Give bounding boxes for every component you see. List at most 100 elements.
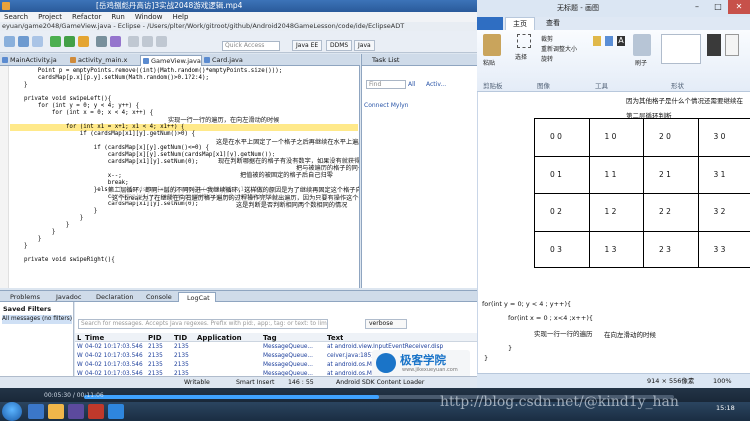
menu-refactor[interactable]: Refactor (72, 12, 101, 22)
perspective-java-ee[interactable]: Java EE (292, 40, 323, 51)
media-player-icon[interactable] (88, 404, 104, 419)
code-line[interactable]: } (10, 82, 358, 89)
code-line[interactable]: Point p = emptyPoints.remove((int)(Math.… (10, 68, 358, 75)
paste-label[interactable]: 粘贴 (483, 58, 495, 67)
tab-logcat[interactable]: LogCat (178, 292, 216, 302)
text-tool-icon[interactable]: A (617, 36, 625, 46)
new-icon[interactable] (4, 36, 15, 47)
task-find-input[interactable]: Find (366, 80, 406, 89)
annotation: 这是判断是否判断相同两个数相同的情况 (236, 200, 348, 209)
clipboard-icon[interactable] (483, 34, 501, 56)
menu-run[interactable]: Run (111, 12, 124, 22)
annotation: 这是在水平上固定了一个格子之后再继续在水平上遍历别的格子，且当格子有数的时候进行… (216, 137, 359, 146)
code-line[interactable] (10, 264, 358, 271)
saved-filters-title: Saved Filters (3, 305, 52, 313)
print-icon[interactable] (32, 36, 43, 47)
code-editor[interactable]: Point p = emptyPoints.remove((int)(Math.… (0, 66, 360, 288)
filter-all-messages[interactable]: All messages (no filters) (2, 315, 72, 324)
code-line[interactable]: for (int x1 = x+1; x1 < 4; x1++) { (10, 124, 358, 131)
back-icon[interactable] (142, 36, 153, 47)
code-line[interactable]: cardsMap[p.x][p.y].setNum(Math.random()>… (10, 75, 358, 82)
minimize-button[interactable]: – (686, 0, 708, 14)
code-line[interactable] (10, 89, 358, 96)
code-line[interactable]: private void swipeRight(){ (10, 257, 358, 264)
fill-icon[interactable] (605, 36, 613, 46)
tab-view[interactable]: 查看 (539, 17, 567, 30)
code-line[interactable]: private void swipeLeft(){ (10, 96, 358, 103)
tab-javadoc[interactable]: Javadoc (48, 292, 88, 302)
file-menu-button[interactable] (477, 17, 503, 30)
tab-problems[interactable]: Problems (2, 292, 48, 302)
brush-icon[interactable] (633, 34, 651, 56)
crop-button[interactable]: 裁剪 (541, 34, 553, 43)
col-level[interactable]: L (77, 334, 81, 342)
logcat-cell: 2135 (174, 362, 189, 368)
tab-mainactivity[interactable]: MainActivity.ja (0, 55, 68, 66)
explorer-icon[interactable] (48, 404, 64, 419)
perspective-ddms[interactable]: DDMS (326, 40, 353, 51)
tab-card[interactable]: Card.java (202, 55, 254, 66)
clipboard-group-label: 剪贴板 (483, 82, 503, 90)
mylyn-link[interactable]: Connect Mylyn (364, 102, 408, 109)
tab-gameview[interactable]: GameView.java (140, 55, 202, 66)
start-button-icon[interactable] (2, 402, 22, 421)
paint-app-icon[interactable] (108, 404, 124, 419)
logcat-cell: 2135 (174, 353, 189, 359)
code-line[interactable]: } (10, 236, 358, 243)
save-icon[interactable] (18, 36, 29, 47)
code-line[interactable] (10, 250, 358, 257)
logcat-search-input[interactable]: Search for messages. Accepts Java regexe… (78, 319, 328, 329)
tab-home[interactable]: 主页 (505, 17, 535, 30)
color2-swatch[interactable] (725, 34, 739, 56)
tab-console[interactable]: Console (138, 292, 178, 302)
avd-icon[interactable] (110, 36, 121, 47)
col-tid[interactable]: TID (174, 334, 187, 342)
resize-button[interactable]: 重新调整大小 (541, 44, 577, 53)
tab-activity-main[interactable]: activity_main.x (68, 55, 140, 66)
color1-swatch[interactable] (707, 34, 721, 56)
code-line[interactable]: } (10, 229, 358, 236)
select-icon[interactable] (517, 34, 531, 48)
run-icon[interactable] (64, 36, 75, 47)
task-activate[interactable]: Activ... (426, 80, 446, 89)
debug-icon[interactable] (50, 36, 61, 47)
menu-help[interactable]: Help (172, 12, 188, 22)
ie-icon[interactable] (28, 404, 44, 419)
code-line[interactable]: } (10, 222, 358, 229)
android-sdk-icon[interactable] (96, 36, 107, 47)
col-pid[interactable]: PID (148, 334, 162, 342)
eclipse-icon[interactable] (68, 404, 84, 419)
menu-project[interactable]: Project (38, 12, 62, 22)
perspective-java[interactable]: Java (354, 40, 375, 51)
tab-declaration[interactable]: Declaration (88, 292, 138, 302)
select-label[interactable]: 选择 (515, 52, 527, 61)
code-line[interactable]: if (cardsMap[x][y].getNum()<=0) { (10, 145, 358, 152)
code-line[interactable]: } (10, 215, 358, 222)
code-line[interactable]: } (10, 243, 358, 250)
close-button[interactable]: ✕ (728, 0, 750, 14)
col-application[interactable]: Application (197, 334, 242, 342)
forward-icon[interactable] (156, 36, 167, 47)
task-list-tab[interactable]: Task List (362, 54, 477, 66)
search-icon[interactable] (128, 36, 139, 47)
video-title: [岳鸡捌彪丹高访]3实战2048游戏逻辑.mp4 (96, 1, 243, 10)
log-level-select[interactable]: verbose (365, 319, 407, 329)
col-tag[interactable]: Tag (263, 334, 277, 342)
code-line[interactable]: for (int y = 0; y < 4; y++) { (10, 103, 358, 110)
rotate-button[interactable]: 旋转 (541, 54, 553, 63)
menu-window[interactable]: Window (135, 12, 163, 22)
task-filter-all[interactable]: All (408, 80, 415, 89)
code-line[interactable]: } (10, 208, 358, 215)
pencil-icon[interactable] (593, 36, 601, 46)
logcat-cell: 04-02 10:17:03.546 (85, 353, 143, 359)
col-time[interactable]: Time (85, 334, 104, 342)
external-tools-icon[interactable] (78, 36, 89, 47)
brush-label[interactable]: 刷子 (635, 58, 647, 67)
menu-search[interactable]: Search (4, 12, 28, 22)
maximize-button[interactable]: □ (707, 0, 729, 14)
quick-access-input[interactable]: Quick Access (222, 41, 280, 51)
col-text[interactable]: Text (327, 334, 343, 342)
zoom-level[interactable]: 100% (713, 374, 732, 388)
paint-canvas[interactable]: 因为其他格子是什么个情况还需要继续在 第二层循环判断 0 01 02 03 00… (478, 92, 750, 373)
shapes-gallery[interactable] (661, 34, 701, 64)
